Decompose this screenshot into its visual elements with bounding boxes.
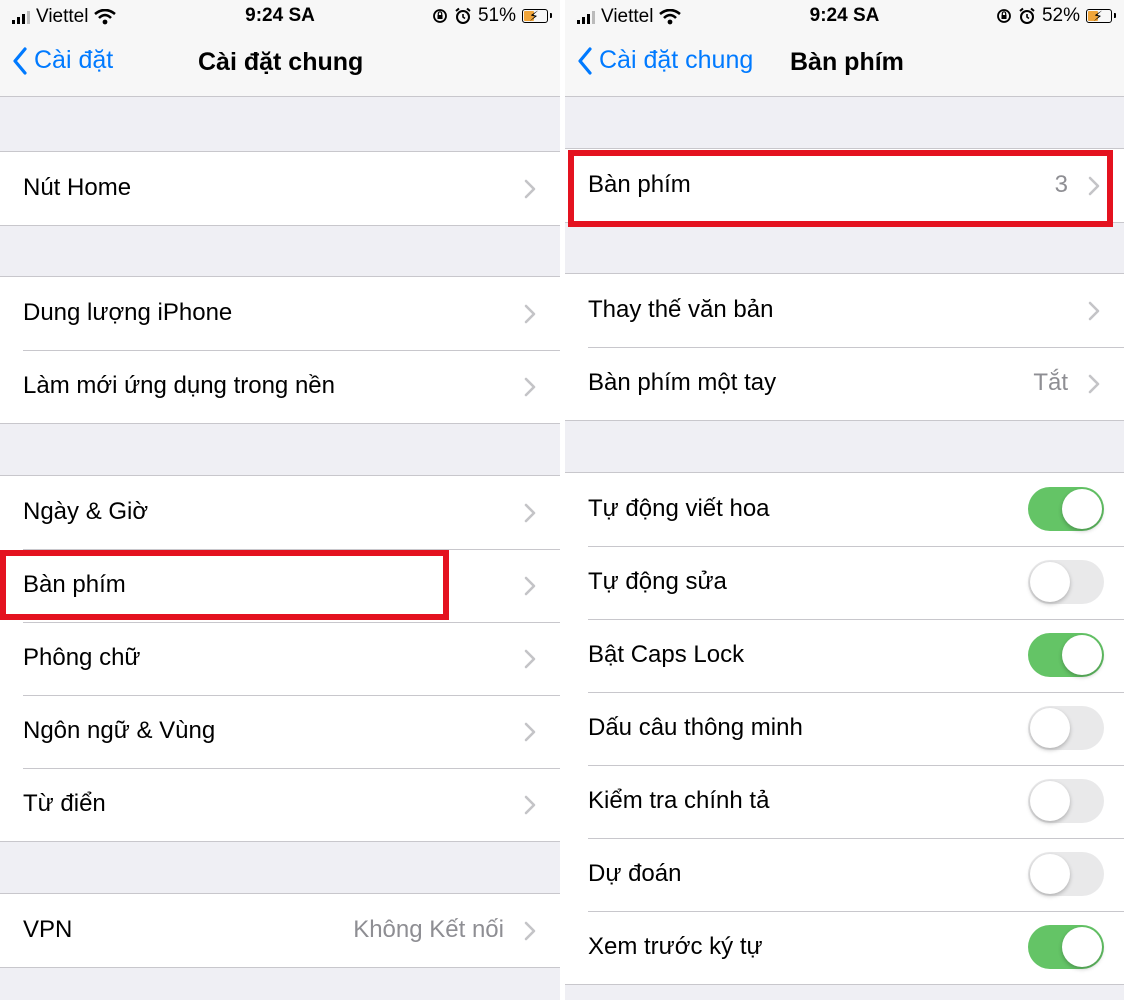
row-label: Bật Caps Lock xyxy=(588,641,745,668)
row-label: Tự động sửa xyxy=(588,568,727,595)
toggle-switch[interactable] xyxy=(1028,706,1104,750)
chevron-right-icon xyxy=(1088,374,1100,394)
row-label: Từ điển xyxy=(23,790,106,817)
row-label: VPN xyxy=(23,916,73,943)
row-label: Làm mới ứng dụng trong nền xyxy=(23,372,335,399)
toggle-switch[interactable] xyxy=(1028,779,1104,823)
toggle-knob xyxy=(1030,781,1070,821)
toggle-knob xyxy=(1030,854,1070,894)
chevron-right-icon xyxy=(524,179,536,199)
toggle-knob xyxy=(1030,562,1070,602)
settings-row-du-doan[interactable]: Dự đoán xyxy=(565,838,1124,911)
toggle-switch[interactable] xyxy=(1028,852,1104,896)
toggle-knob xyxy=(1062,489,1102,529)
chevron-right-icon xyxy=(1088,301,1100,321)
toggle-knob xyxy=(1062,927,1102,967)
chevron-right-icon xyxy=(524,576,536,596)
back-button[interactable]: Cài đặt xyxy=(12,46,113,75)
row-label: Bàn phím một tay xyxy=(588,369,777,396)
chevron-left-icon xyxy=(13,46,27,75)
back-label: Cài đặt xyxy=(34,46,114,74)
chevron-left-icon xyxy=(578,46,592,75)
settings-row-dung-luong-iphone[interactable]: Dung lượng iPhone xyxy=(0,277,560,350)
settings-group: Thay thế văn bản Bàn phím một tay Tắt xyxy=(565,273,1124,421)
settings-row-tu-dong-viet-hoa[interactable]: Tự động viết hoa xyxy=(565,473,1124,546)
chevron-right-icon xyxy=(524,649,536,669)
back-button[interactable]: Cài đặt chung xyxy=(577,46,753,75)
battery-percent: 52% xyxy=(1041,5,1080,26)
battery-percent: 51% xyxy=(477,5,516,26)
settings-row-dau-cau-thong-minh[interactable]: Dấu câu thông minh xyxy=(565,692,1124,765)
highlight-box xyxy=(0,550,449,620)
chevron-right-icon xyxy=(524,377,536,397)
keyboard-settings-screen: Viettel 9:24 SA 52% ⚡ Cài đặt chung Bàn … xyxy=(565,0,1124,1000)
toggle-knob xyxy=(1062,635,1102,675)
battery-icon: ⚡ xyxy=(522,8,552,24)
settings-group: Nút Home xyxy=(0,151,560,226)
chevron-right-icon xyxy=(524,503,536,523)
chevron-right-icon xyxy=(524,304,536,324)
row-label: Xem trước ký tự xyxy=(588,933,763,960)
chevron-right-icon xyxy=(524,921,536,941)
settings-row-tu-dien[interactable]: Từ điển xyxy=(0,768,560,841)
row-label: Phông chữ xyxy=(23,644,141,671)
row-label: Dự đoán xyxy=(588,860,682,887)
row-label: Nút Home xyxy=(23,174,132,201)
toggle-knob xyxy=(1030,708,1070,748)
toggle-switch[interactable] xyxy=(1028,925,1104,969)
settings-group: VPN Không Kết nối xyxy=(0,893,560,968)
page-title: Cài đặt chung xyxy=(198,48,364,76)
settings-row-ban-phim-mot-tay[interactable]: Bàn phím một tay Tắt xyxy=(565,347,1124,420)
toggle-switch[interactable] xyxy=(1028,487,1104,531)
alarm-icon xyxy=(455,7,471,24)
toggle-switch[interactable] xyxy=(1028,633,1104,677)
settings-row-xem-truoc-ky-tu[interactable]: Xem trước ký tự xyxy=(565,911,1124,984)
alarm-icon xyxy=(1019,7,1035,24)
settings-row-nut-home[interactable]: Nút Home xyxy=(0,152,560,225)
status-bar: Viettel 9:24 SA 52% ⚡ xyxy=(565,0,1124,32)
row-label: Dấu câu thông minh xyxy=(588,714,803,741)
row-value: Không Kết nối xyxy=(353,916,504,943)
row-label: Ngày & Giờ xyxy=(23,498,149,525)
highlight-box xyxy=(568,150,1113,227)
settings-row-lam-moi-ung-dung-trong-nen[interactable]: Làm mới ứng dụng trong nền xyxy=(0,350,560,423)
rotation-lock-icon xyxy=(433,9,447,23)
row-label: Tự động viết hoa xyxy=(588,495,770,522)
back-label: Cài đặt chung xyxy=(599,46,754,74)
row-label: Dung lượng iPhone xyxy=(23,299,233,326)
toggle-switch[interactable] xyxy=(1028,560,1104,604)
row-label: Thay thế văn bản xyxy=(588,296,774,323)
settings-row-tu-dong-sua[interactable]: Tự động sửa xyxy=(565,546,1124,619)
row-label: Kiểm tra chính tả xyxy=(588,787,770,814)
settings-group: Tự động viết hoa Tự động sửa Bật Caps Lock… xyxy=(565,472,1124,985)
navigation-bar: Cài đặt chung Bàn phím xyxy=(565,32,1124,97)
rotation-lock-icon xyxy=(997,9,1011,23)
settings-row-vpn[interactable]: VPN Không Kết nối xyxy=(0,894,560,967)
settings-row-ngon-ngu-vung[interactable]: Ngôn ngữ & Vùng xyxy=(0,695,560,768)
settings-row-ngay-gio[interactable]: Ngày & Giờ xyxy=(0,476,560,549)
general-settings-screen: Viettel 9:24 SA 51% ⚡ Cài đặt Cài đặt ch… xyxy=(0,0,560,1000)
battery-icon: ⚡ xyxy=(1086,8,1116,24)
settings-group: Ngày & Giờ Bàn phím Phông chữ Ngôn ngữ & Vù… xyxy=(0,475,560,842)
settings-row-phong-chu[interactable]: Phông chữ xyxy=(0,622,560,695)
row-value: Tắt xyxy=(1033,369,1068,396)
settings-row-thay-the-van-ban[interactable]: Thay thế văn bản xyxy=(565,274,1124,347)
navigation-bar: Cài đặt Cài đặt chung xyxy=(0,32,560,97)
page-title: Bàn phím xyxy=(790,48,904,76)
status-bar: Viettel 9:24 SA 51% ⚡ xyxy=(0,0,560,32)
row-label: Ngôn ngữ & Vùng xyxy=(23,717,216,744)
settings-row-kiem-tra-chinh-ta[interactable]: Kiểm tra chính tả xyxy=(565,765,1124,838)
settings-row-bat-caps-lock[interactable]: Bật Caps Lock xyxy=(565,619,1124,692)
chevron-right-icon xyxy=(524,795,536,815)
chevron-right-icon xyxy=(524,722,536,742)
settings-group: Dung lượng iPhone Làm mới ứng dụng trong … xyxy=(0,276,560,424)
